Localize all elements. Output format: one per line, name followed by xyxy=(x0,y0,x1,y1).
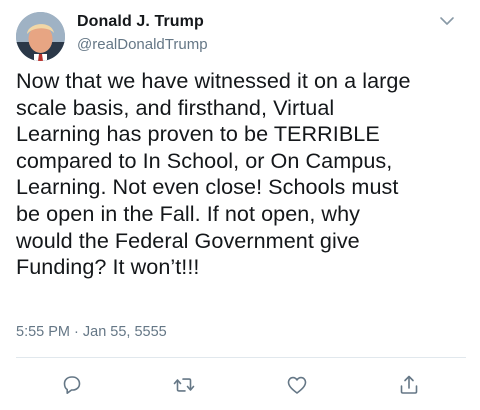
tweet-card: Donald J. Trump @realDonaldTrump Now tha… xyxy=(0,0,480,410)
tweet-text: Now that we have witnessed it on a large… xyxy=(16,68,411,280)
tweet-timestamp[interactable]: 5:55 PM · Jan 55, 5555 xyxy=(16,324,167,340)
avatar[interactable] xyxy=(16,12,65,61)
heart-icon xyxy=(287,376,307,394)
like-button[interactable] xyxy=(284,372,310,398)
display-name[interactable]: Donald J. Trump xyxy=(77,13,204,31)
reply-icon xyxy=(63,376,81,394)
action-bar xyxy=(0,368,480,402)
share-icon xyxy=(400,375,418,394)
retweet-button[interactable] xyxy=(171,372,197,398)
user-handle[interactable]: @realDonaldTrump xyxy=(77,36,208,53)
reply-button[interactable] xyxy=(59,372,85,398)
divider xyxy=(16,357,466,358)
share-button[interactable] xyxy=(396,372,422,398)
chevron-down-icon[interactable] xyxy=(438,14,456,28)
profile-photo-icon xyxy=(16,12,65,61)
retweet-icon xyxy=(173,378,195,392)
